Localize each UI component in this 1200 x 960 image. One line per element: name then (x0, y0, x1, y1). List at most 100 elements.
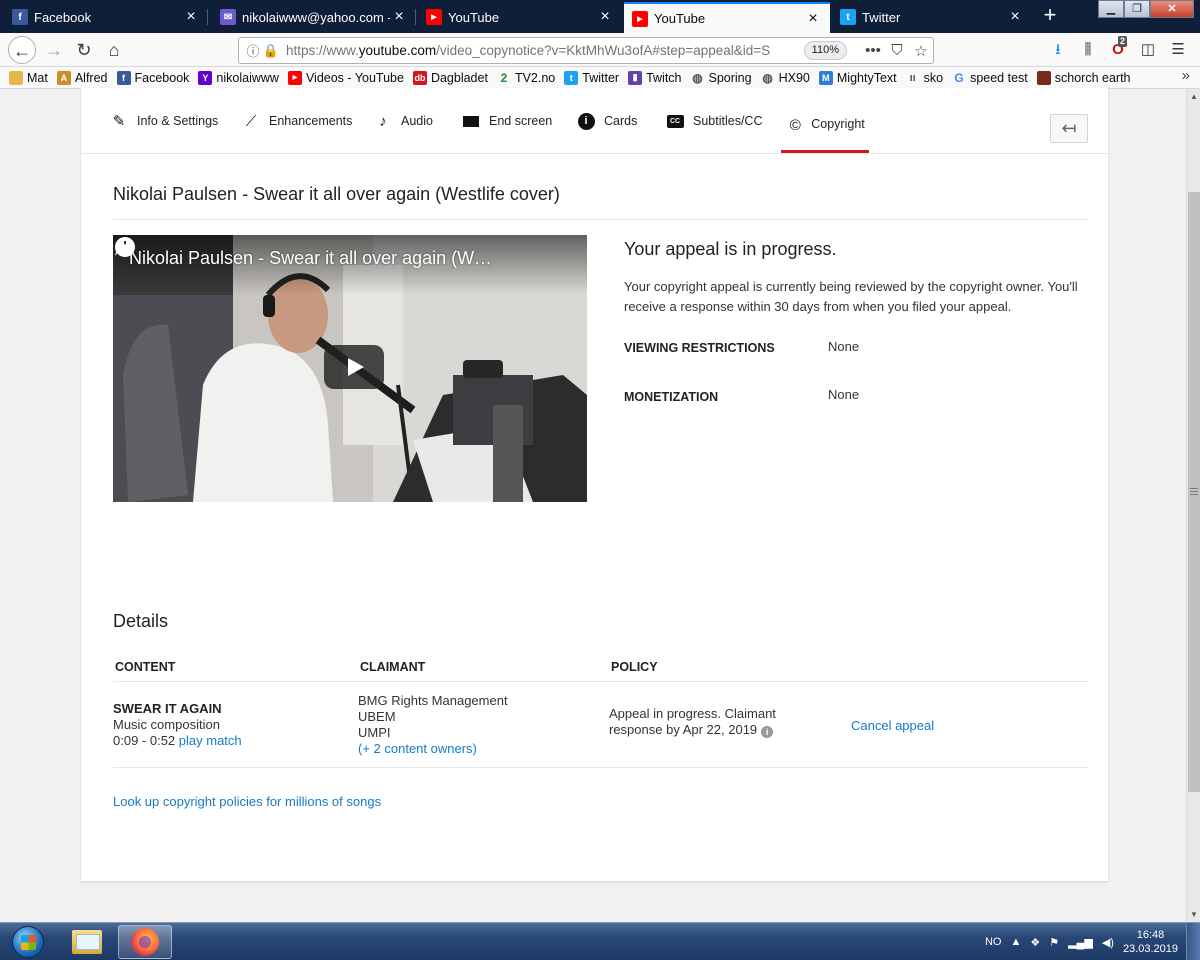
tab-end-screen[interactable]: End screen (461, 88, 552, 154)
back-arrow-button[interactable]: ↤ (1050, 114, 1088, 143)
tab-subtitles-cc[interactable]: CC Subtitles/CC (665, 88, 762, 154)
tab-label: Twitter (862, 9, 901, 25)
bookmark-speed-test[interactable]: Gspeed test (952, 71, 1027, 85)
bookmark-twitter[interactable]: t Twitter (564, 70, 619, 85)
content-title: SWEAR IT AGAIN (113, 701, 222, 716)
bookmark-videos-youtube[interactable]: ▶ Videos - YouTube (287, 70, 404, 85)
bookmark-sporing[interactable]: ◍ Sporing (691, 71, 751, 85)
close-window-button[interactable]: ✕ (1150, 0, 1194, 18)
page-scrollbar[interactable]: ▲ ▼ (1186, 89, 1200, 922)
info-icon[interactable]: i (761, 726, 774, 738)
copyright-icon: © (789, 116, 801, 134)
close-tab-icon[interactable]: × (596, 8, 614, 26)
lookup-copyright-policies-link[interactable]: Look up copyright policies for millions … (113, 794, 381, 809)
pocket-icon[interactable]: ⛉ (885, 42, 909, 59)
close-tab-icon[interactable]: × (1006, 8, 1024, 26)
menu-icon[interactable]: ☰ (1164, 38, 1192, 62)
taskbar-clock[interactable]: 16:48 23.03.2019 (1123, 928, 1178, 956)
browser-tab-facebook[interactable]: f Facebook × (4, 3, 208, 31)
facebook-icon: f (116, 70, 131, 85)
close-tab-icon[interactable]: × (182, 8, 200, 26)
home-button[interactable]: ⌂ (100, 36, 128, 64)
close-tab-icon[interactable]: × (804, 10, 822, 28)
player-title[interactable]: Nikolai Paulsen - Swear it all over agai… (129, 248, 501, 269)
bookmark-hx90[interactable]: ◍ HX90 (761, 71, 810, 85)
bookmark-alfred[interactable]: A Alfred (56, 70, 108, 85)
close-tab-icon[interactable]: × (390, 8, 408, 26)
language-indicator[interactable]: NO (985, 936, 1002, 948)
video-player[interactable]: Nikolai Paulsen - Swear it all over agai… (113, 235, 587, 502)
bookmark-label: TV2.no (514, 70, 556, 85)
bookmark-dagbladet[interactable]: db Dagbladet (412, 70, 488, 85)
taskbar-explorer[interactable] (60, 925, 114, 959)
bookmark-schorch-earth[interactable]: schorch earth (1036, 70, 1131, 85)
play-button[interactable] (324, 345, 384, 389)
twitter-icon: t (564, 70, 579, 85)
bookmark-twitch[interactable]: ▮ Twitch (628, 70, 682, 85)
tab-cards[interactable]: i Cards (576, 88, 637, 154)
content-timerange-row: 0:09 - 0:52 play match (113, 733, 242, 749)
bookmark-label: Videos - YouTube (305, 70, 404, 85)
volume-icon[interactable]: ◀) (1102, 936, 1114, 949)
tab-copyright[interactable]: © Copyright (781, 88, 869, 153)
action-center-icon[interactable]: ⚑ (1049, 936, 1059, 949)
start-button[interactable] (4, 923, 50, 960)
bookmark-facebook[interactable]: f Facebook (116, 70, 189, 85)
back-button[interactable]: ← (8, 36, 36, 64)
forward-button[interactable]: → (40, 36, 68, 64)
new-tab-button[interactable]: + (1036, 4, 1064, 28)
show-desktop-button[interactable] (1186, 923, 1200, 960)
browser-tab-youtube-active[interactable]: ▶ YouTube × (624, 2, 830, 33)
sidebar-icon[interactable]: ◫ (1134, 38, 1162, 62)
lock-icon[interactable]: 🔒 (262, 43, 280, 59)
clock-date: 23.03.2019 (1122, 943, 1178, 955)
browser-tab-youtube[interactable]: ▶ YouTube × (418, 3, 622, 31)
tab-audio[interactable]: ♪ Audio (373, 88, 433, 154)
extension-opera-icon[interactable]: O2 (1104, 36, 1132, 62)
library-icon[interactable]: ⫼ (1074, 38, 1102, 62)
bookmark-tv2[interactable]: 2 TV2.no (497, 70, 556, 85)
firefox-icon (131, 928, 159, 956)
scroll-down-arrow-icon[interactable]: ▼ (1190, 910, 1198, 919)
appeal-description: Your copyright appeal is currently being… (624, 279, 1078, 314)
browser-tab-twitter[interactable]: t Twitter × (832, 3, 1032, 31)
zoom-level-badge[interactable]: 110% (803, 41, 847, 60)
bookmarks-toolbar: Mat A Alfred f Facebook Ynikolaiwww ▶ Video… (0, 67, 1200, 89)
bookmark-yahoo[interactable]: Ynikolaiwww (198, 70, 279, 85)
scrollbar-thumb[interactable] (1188, 192, 1200, 792)
tab-info-settings[interactable]: ✎ Info & Settings (109, 88, 219, 154)
browser-tab-yahoo-mail[interactable]: ✉ nikolaiwww@yahoo.com - Yahoo × (212, 3, 416, 31)
network-signal-icon[interactable]: ▂▄▆ (1068, 936, 1093, 949)
dropbox-icon[interactable]: ❖ (1030, 936, 1040, 949)
tab-label: Copyright (811, 117, 865, 131)
scroll-up-arrow-icon[interactable]: ▲ (1190, 92, 1198, 101)
play-match-link[interactable]: play match (179, 733, 242, 748)
url-prefix: https://www. (286, 43, 359, 58)
url-bar[interactable]: ⓘ 🔒 https://www.youtube.com/video_copyno… (238, 37, 934, 64)
tray-expand-icon[interactable]: ▲ (1010, 936, 1021, 948)
bookmark-sko[interactable]: ıı sko (906, 71, 944, 85)
bookmark-mat[interactable]: Mat (9, 70, 48, 85)
bookmark-star-icon[interactable]: ☆ (909, 42, 933, 60)
monetization-value: None (828, 387, 860, 402)
site-info-icon[interactable]: ⓘ (244, 41, 262, 60)
share-icon[interactable] (113, 235, 137, 259)
twitter-icon: t (840, 9, 856, 25)
reload-button[interactable]: ↻ (70, 36, 98, 64)
tab-enhancements[interactable]: ⟋ Enhancements (241, 88, 353, 154)
mail-icon: ✉ (220, 9, 236, 25)
cancel-appeal-link[interactable]: Cancel appeal (851, 718, 934, 734)
taskbar-firefox[interactable] (118, 925, 172, 959)
maximize-button[interactable]: ❐ (1124, 0, 1150, 18)
bookmark-mightytext[interactable]: M MightyText (818, 70, 897, 85)
bookmarks-overflow-icon[interactable]: » (1182, 67, 1190, 84)
page-actions-icon[interactable]: ••• (861, 42, 885, 59)
system-tray: NO ▲ ❖ ⚑ ▂▄▆ ◀) 16:48 23.03.2019 (985, 923, 1200, 960)
youtube-icon: ▶ (287, 70, 302, 85)
minimize-button[interactable]: ▁ (1098, 0, 1124, 18)
more-content-owners-link[interactable]: (+ 2 content owners) (358, 741, 508, 757)
url-text[interactable]: https://www.youtube.com/video_copynotice… (286, 43, 804, 58)
tab-label: Facebook (34, 9, 92, 25)
bars-icon: ıı (909, 71, 916, 84)
downloads-icon[interactable]: ⭳ (1044, 38, 1072, 62)
